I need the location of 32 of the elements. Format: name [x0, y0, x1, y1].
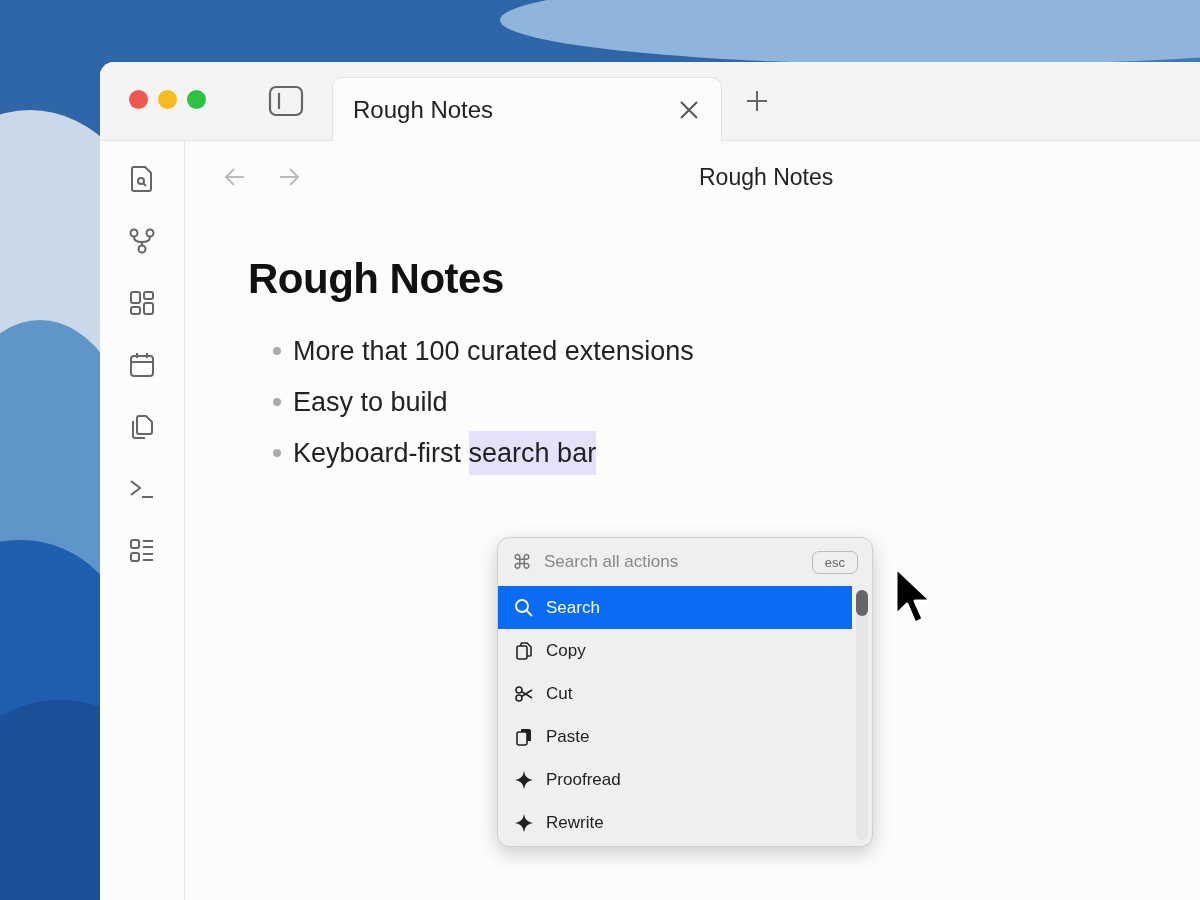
list-icon[interactable]: [128, 537, 156, 565]
sidebar-toggle-icon[interactable]: [268, 85, 304, 117]
page-title: Rough Notes: [699, 163, 834, 191]
bullet-text: More that 100 curated extensions: [293, 335, 694, 368]
action-item[interactable]: Copy: [498, 629, 852, 672]
dashboard-icon[interactable]: [128, 289, 156, 317]
note-heading: Rough Notes: [248, 255, 505, 303]
search-field[interactable]: Search all actions: [542, 551, 802, 573]
tab-title: Rough Notes: [353, 95, 494, 124]
graph-icon[interactable]: [128, 227, 156, 255]
command-key-glyph: ⌘: [512, 550, 532, 574]
close-window-button[interactable]: [129, 89, 148, 109]
calendar-icon[interactable]: [128, 351, 156, 379]
scrollbar-thumb[interactable]: [856, 590, 868, 616]
new-tab-icon[interactable]: [746, 90, 768, 112]
action-item[interactable]: Paste: [498, 715, 852, 758]
scissors-icon: [514, 683, 534, 704]
bullet-dot: [273, 398, 281, 406]
esc-key[interactable]: esc: [811, 550, 858, 574]
action-item[interactable]: Search: [498, 586, 852, 629]
close-icon[interactable]: [679, 99, 699, 120]
bullet-dot: [273, 449, 281, 457]
action-item[interactable]: Rewrite: [498, 801, 852, 844]
bullet-text: Keyboard-first search bar: [293, 431, 597, 475]
paste-icon: [514, 726, 534, 747]
copy-icon: [514, 640, 534, 661]
bullet-dot: [273, 347, 281, 355]
action-item[interactable]: Proofread: [498, 758, 852, 801]
action-item[interactable]: Cut: [498, 672, 852, 715]
search-icon: [514, 597, 534, 618]
tab[interactable]: Rough Notes: [332, 77, 722, 141]
bullet-text: Easy to build: [293, 386, 448, 419]
